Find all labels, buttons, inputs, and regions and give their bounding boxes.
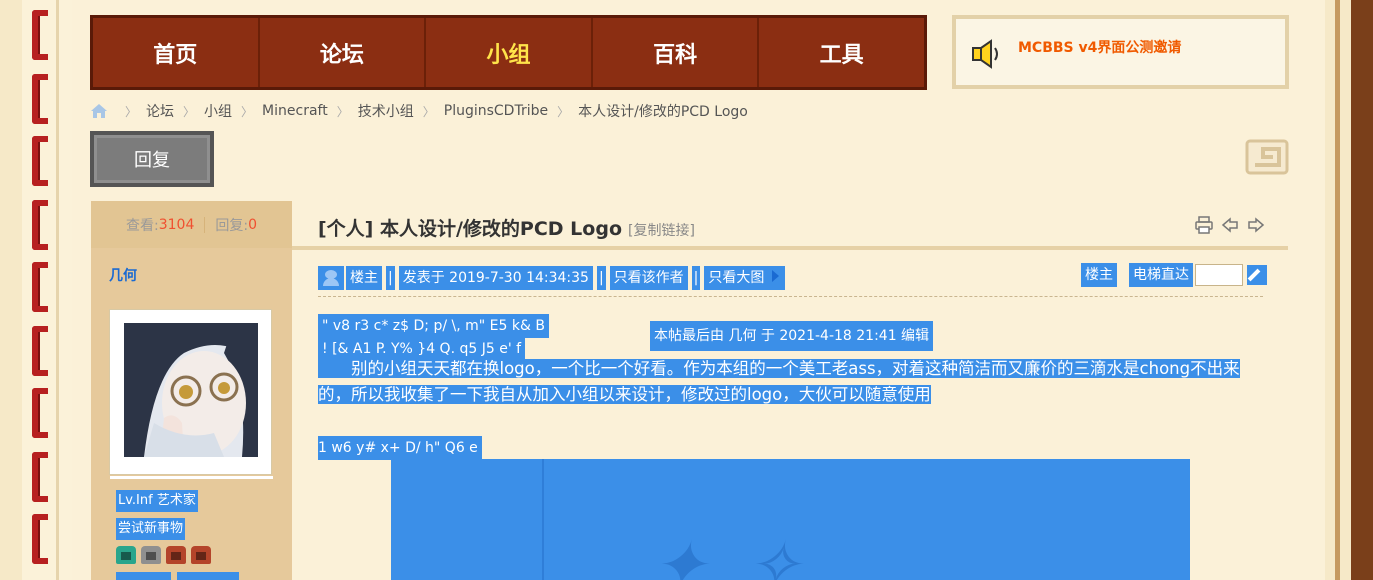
edited-note: 本帖最后由 几何 于 2021-4-18 21:41 编辑 xyxy=(650,321,934,351)
author-sidebar: 查看: 3104 回复: 0 几何 Lv.Inf 艺术家 尝试新事物 xyxy=(91,201,292,580)
user-info-item xyxy=(177,572,239,580)
binding-ring xyxy=(32,326,48,376)
avatar-image xyxy=(124,323,258,457)
chevron-right-icon: 〉 xyxy=(241,104,254,119)
thread-starter-icon xyxy=(318,266,344,290)
nav-groups[interactable]: 小组 xyxy=(426,18,593,87)
chevron-right-icon: 〉 xyxy=(125,104,138,119)
avatar[interactable] xyxy=(109,309,273,479)
stats-divider xyxy=(204,216,206,233)
breadcrumb-tech-group[interactable]: 技术小组 xyxy=(358,101,414,121)
logo-image-graphic: ✦ ✧ xyxy=(653,529,811,580)
post-image[interactable]: ✦ ✧ xyxy=(391,459,1190,580)
home-icon[interactable] xyxy=(90,103,108,119)
user-title-tag: 尝试新事物 xyxy=(116,518,186,540)
jump-to-floor-button[interactable] xyxy=(1247,265,1267,285)
copy-link-button[interactable]: [复制链接] xyxy=(628,223,695,239)
user-level-tag[interactable]: Lv.Inf 艺术家 xyxy=(116,490,198,512)
floor-number-input[interactable] xyxy=(1195,264,1243,286)
next-thread-icon[interactable] xyxy=(1247,216,1265,234)
thread-stats: 查看: 3104 回复: 0 xyxy=(91,201,292,248)
chevron-right-icon: 〉 xyxy=(557,104,570,119)
notice-link[interactable]: MCBBS v4界面公测邀请 xyxy=(1018,37,1181,57)
author-name[interactable]: 几何 xyxy=(109,265,137,285)
chevron-right-icon: 〉 xyxy=(422,104,435,119)
post-title-text: [个人] 本人设计/修改的PCD Logo xyxy=(318,218,622,240)
views-count: 3104 xyxy=(158,216,195,233)
chevron-right-icon: 〉 xyxy=(336,104,349,119)
breadcrumb-minecraft[interactable]: Minecraft xyxy=(262,103,328,119)
binding-ring xyxy=(32,452,48,502)
jump-to-floor-label: 电梯直达 xyxy=(1129,263,1193,287)
meta-divider xyxy=(318,296,1263,297)
previous-thread-icon[interactable] xyxy=(1221,216,1239,234)
only-author-link[interactable]: 只看该作者 xyxy=(609,266,688,290)
medal-icon[interactable] xyxy=(191,546,211,564)
garbled-text-line: " v8 r3 c* z$ D; p/ \, m" E5 k& B xyxy=(318,314,549,338)
medal-list xyxy=(116,546,211,564)
post-paragraph: 别的小组天天都在换logo，一个比一个好看。作为本组的一个美工老ass，对着这种… xyxy=(318,356,1258,408)
replies-count: 0 xyxy=(248,216,257,233)
nav-tools[interactable]: 工具 xyxy=(759,18,924,87)
meta-separator: | xyxy=(386,266,395,290)
page-left-edge xyxy=(0,0,22,580)
speaker-icon xyxy=(972,39,998,69)
meta-separator: | xyxy=(691,266,701,290)
meta-separator: | xyxy=(596,266,606,290)
replies-label: 回复: xyxy=(215,217,249,234)
views-label: 查看: xyxy=(126,217,159,234)
breadcrumb-plugins-tribe[interactable]: PluginsCDTribe xyxy=(444,103,548,119)
post-date: 发表于 2019-7-30 14:34:35 xyxy=(398,266,593,290)
binding-ring xyxy=(32,136,48,186)
medal-icon[interactable] xyxy=(166,546,186,564)
binding-ring xyxy=(32,200,48,250)
garbled-text-line: 1 w6 y# x+ D/ h" Q6 e xyxy=(318,436,482,460)
breadcrumb-current: 本人设计/修改的PCD Logo xyxy=(578,104,748,120)
medal-icon[interactable] xyxy=(116,546,136,564)
floor-tools: 楼主 电梯直达 xyxy=(1081,263,1267,287)
medal-icon[interactable] xyxy=(141,546,161,564)
return-to-list-icon[interactable] xyxy=(1245,137,1289,177)
nav-wiki[interactable]: 百科 xyxy=(593,18,760,87)
chevron-right-icon: 〉 xyxy=(183,104,196,119)
play-arrow-icon xyxy=(772,270,780,282)
binding-ring xyxy=(32,10,48,60)
user-info-item xyxy=(116,572,171,580)
post-meta: 楼主 | 发表于 2019-7-30 14:34:35 | 只看该作者 | 只看… xyxy=(318,264,786,292)
notice-box: MCBBS v4界面公测邀请 xyxy=(952,15,1289,89)
binding-ring xyxy=(32,388,48,438)
big-image-link[interactable]: 只看大图 xyxy=(704,266,769,290)
breadcrumb-groups[interactable]: 小组 xyxy=(204,101,232,121)
title-divider xyxy=(292,246,1288,250)
main-nav: 首页 论坛 小组 百科 工具 xyxy=(90,15,927,90)
nav-home[interactable]: 首页 xyxy=(93,18,260,87)
binding-ring xyxy=(32,74,48,124)
binding-ring xyxy=(32,262,48,312)
breadcrumb-forum[interactable]: 论坛 xyxy=(146,101,174,121)
floor-label: 楼主 xyxy=(1081,263,1117,287)
reply-button[interactable]: 回复 xyxy=(90,131,214,187)
post-title: [个人] 本人设计/修改的PCD Logo [复制链接] xyxy=(318,214,695,241)
thread-starter-label: 楼主 xyxy=(346,266,382,290)
binding-line xyxy=(56,0,59,580)
print-icon[interactable] xyxy=(1195,216,1213,234)
post-title-tools xyxy=(1195,216,1265,234)
page-right-edge xyxy=(1325,0,1373,580)
more-user-info xyxy=(116,572,239,580)
nav-forum[interactable]: 论坛 xyxy=(260,18,427,87)
breadcrumb: 〉 论坛 〉 小组 〉 Minecraft 〉 技术小组 〉 PluginsCD… xyxy=(90,100,748,122)
notebook-binding xyxy=(22,0,72,580)
post-paragraph-text: 别的小组天天都在换logo，一个比一个好看。作为本组的一个美工老ass，对着这种… xyxy=(318,359,1240,404)
binding-ring xyxy=(32,514,48,564)
